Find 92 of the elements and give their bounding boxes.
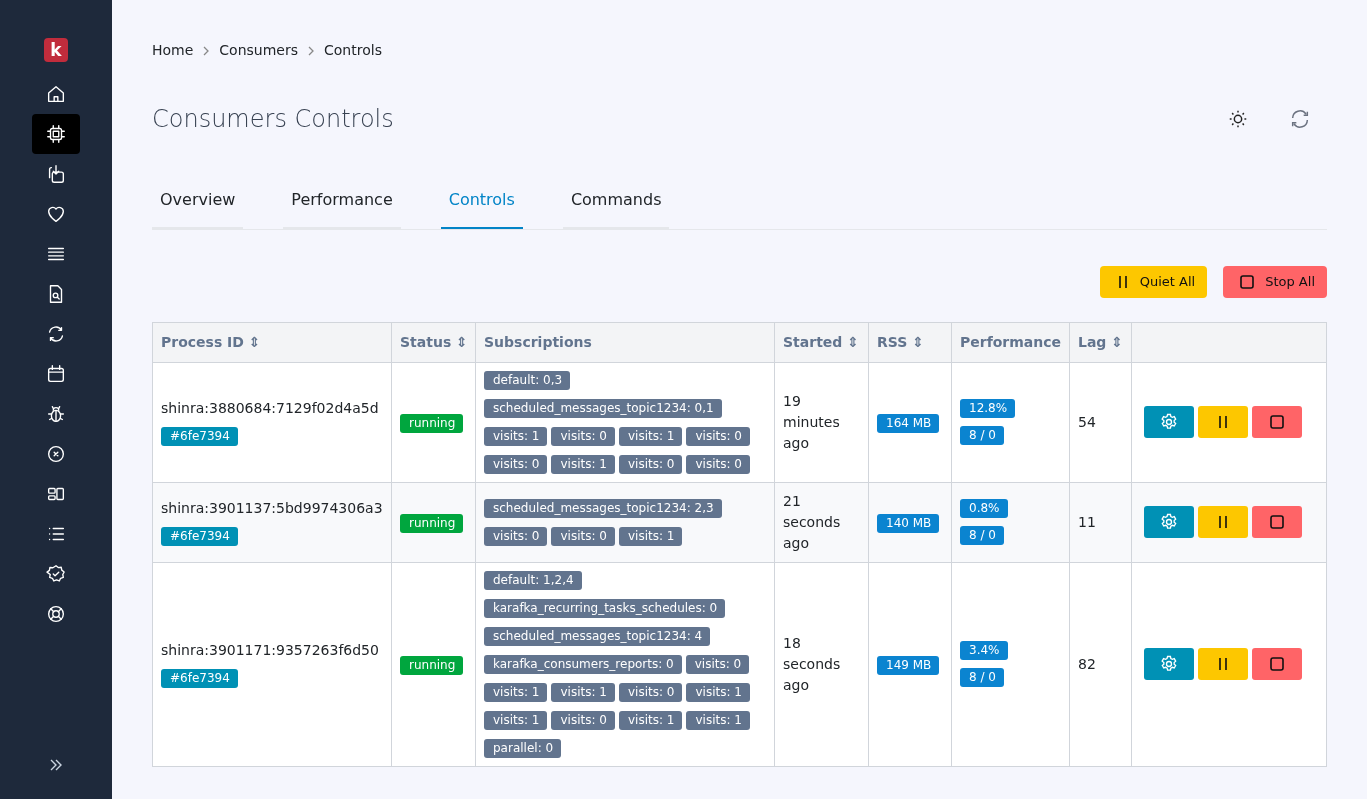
subscription-badge: visits: 0 xyxy=(484,526,548,546)
pause-button[interactable] xyxy=(1198,648,1248,681)
column-header[interactable]: Process ID ⇕ xyxy=(161,333,261,350)
performance-badge: 3.4% xyxy=(960,641,1008,661)
status-badge: running xyxy=(400,513,464,533)
column-header: Performance xyxy=(960,333,1062,350)
stop-button[interactable] xyxy=(1252,648,1302,681)
process-id: shinra:3901171:9357263f6d50 xyxy=(161,641,380,661)
process-id: shinra:3880684:7129f02d4a5d xyxy=(161,399,380,419)
subscription-badge: visits: 0 xyxy=(685,654,750,674)
page-title: Consumers Controls xyxy=(152,105,394,134)
rss-badge: 149 MB xyxy=(877,655,940,675)
started-time: 19 minutes ago xyxy=(783,391,841,453)
lifebuoy-icon xyxy=(45,603,67,625)
status-badge: running xyxy=(400,655,464,675)
subscription-badge: karafka_recurring_tasks_schedules: 0 xyxy=(484,598,726,618)
stop-icon xyxy=(1269,656,1285,673)
subscription-badge: visits: 1 xyxy=(618,710,683,730)
settings-button[interactable] xyxy=(1144,406,1194,439)
subscription-badge: visits: 1 xyxy=(618,526,683,546)
rss-badge: 140 MB xyxy=(877,513,940,533)
cancel-icon xyxy=(45,443,67,465)
status-badge: running xyxy=(400,413,464,433)
started-time: 21 seconds ago xyxy=(783,491,842,553)
app-logo[interactable]: k xyxy=(44,38,68,62)
subscription-badge: visits: 1 xyxy=(484,682,548,702)
chevron-icon xyxy=(307,45,316,56)
performance-badge: 8 / 0 xyxy=(960,526,1004,546)
lag-value: 54 xyxy=(1078,413,1096,430)
performance-badge: 0.8% xyxy=(960,499,1008,519)
rss-badge: 164 MB xyxy=(877,413,940,433)
tag-badge: #6fe7394 xyxy=(161,669,238,689)
chip-icon xyxy=(45,123,67,145)
subscription-badge: scheduled_messages_topic1234: 4 xyxy=(484,626,711,646)
stop-icon xyxy=(1269,514,1285,531)
refresh-icon[interactable] xyxy=(1289,108,1311,131)
tab[interactable]: Performance xyxy=(283,179,401,229)
subscription-badge: visits: 1 xyxy=(484,710,548,730)
tab[interactable]: Overview xyxy=(152,179,244,229)
subscription-badge: default: 0,3 xyxy=(484,370,571,390)
pause-icon xyxy=(1216,514,1230,531)
subscription-badge: visits: 1 xyxy=(618,426,683,446)
subscription-badge: visits: 1 xyxy=(551,682,615,702)
subscription-badge: parallel: 0 xyxy=(484,738,562,758)
stop-all-button[interactable]: Stop All xyxy=(1223,265,1327,298)
calendar-icon xyxy=(45,363,67,385)
quiet-all-button[interactable]: Quiet All xyxy=(1099,265,1208,298)
nav-item[interactable] xyxy=(32,114,80,154)
subscription-badge: visits: 0 xyxy=(551,526,615,546)
subscription-badge: visits: 0 xyxy=(618,454,683,474)
tab[interactable]: Commands xyxy=(562,179,670,229)
pause-button[interactable] xyxy=(1198,406,1248,439)
performance-badge: 8 / 0 xyxy=(960,426,1004,446)
check-badge-icon xyxy=(45,563,67,585)
lag-value: 11 xyxy=(1078,513,1096,530)
pause-button[interactable] xyxy=(1198,506,1248,539)
tab[interactable]: Controls xyxy=(440,179,523,229)
subscription-badge: scheduled_messages_topic1234: 2,3 xyxy=(484,498,722,518)
subscription-badge: visits: 0 xyxy=(551,710,615,730)
subscription-badge: visits: 0 xyxy=(551,426,615,446)
pause-icon xyxy=(1216,414,1230,431)
column-header: Subscriptions xyxy=(484,333,592,350)
stop-icon xyxy=(1239,273,1256,290)
subscription-badge: visits: 1 xyxy=(686,710,750,730)
pause-icon xyxy=(1216,656,1230,673)
chevron-icon xyxy=(202,45,211,56)
tag-badge: #6fe7394 xyxy=(161,527,238,547)
stop-button[interactable] xyxy=(1252,506,1302,539)
performance-badge: 8 / 0 xyxy=(960,668,1004,688)
subscription-badge: visits: 1 xyxy=(686,682,750,702)
bug-icon xyxy=(45,403,67,425)
lag-value: 82 xyxy=(1078,655,1096,672)
stop-icon xyxy=(1269,414,1285,431)
expand-icon[interactable] xyxy=(48,757,64,773)
subscription-badge: karafka_consumers_reports: 0 xyxy=(484,654,682,674)
subscription-badge: visits: 1 xyxy=(551,454,615,474)
subscription-badge: visits: 0 xyxy=(484,454,548,474)
performance-badge: 12.8% xyxy=(960,399,1016,419)
subscription-badge: visits: 0 xyxy=(686,426,750,446)
subscription-badge: scheduled_messages_topic1234: 0,1 xyxy=(484,398,722,418)
subscription-badge: visits: 1 xyxy=(484,426,548,446)
subscription-badge: default: 1,2,4 xyxy=(484,570,582,590)
settings-button[interactable] xyxy=(1144,648,1194,681)
process-id: shinra:3901137:5bd9974306a3 xyxy=(161,499,383,519)
breadcrumb-link[interactable]: Home xyxy=(152,40,194,61)
subscription-badge: visits: 0 xyxy=(618,682,683,702)
stop-button[interactable] xyxy=(1252,406,1302,439)
home-icon xyxy=(45,83,67,105)
started-time: 18 seconds ago xyxy=(783,633,842,695)
subscription-badge: visits: 0 xyxy=(686,454,750,474)
tag-badge: #6fe7394 xyxy=(161,427,238,447)
breadcrumb-link[interactable]: Consumers xyxy=(219,40,299,61)
